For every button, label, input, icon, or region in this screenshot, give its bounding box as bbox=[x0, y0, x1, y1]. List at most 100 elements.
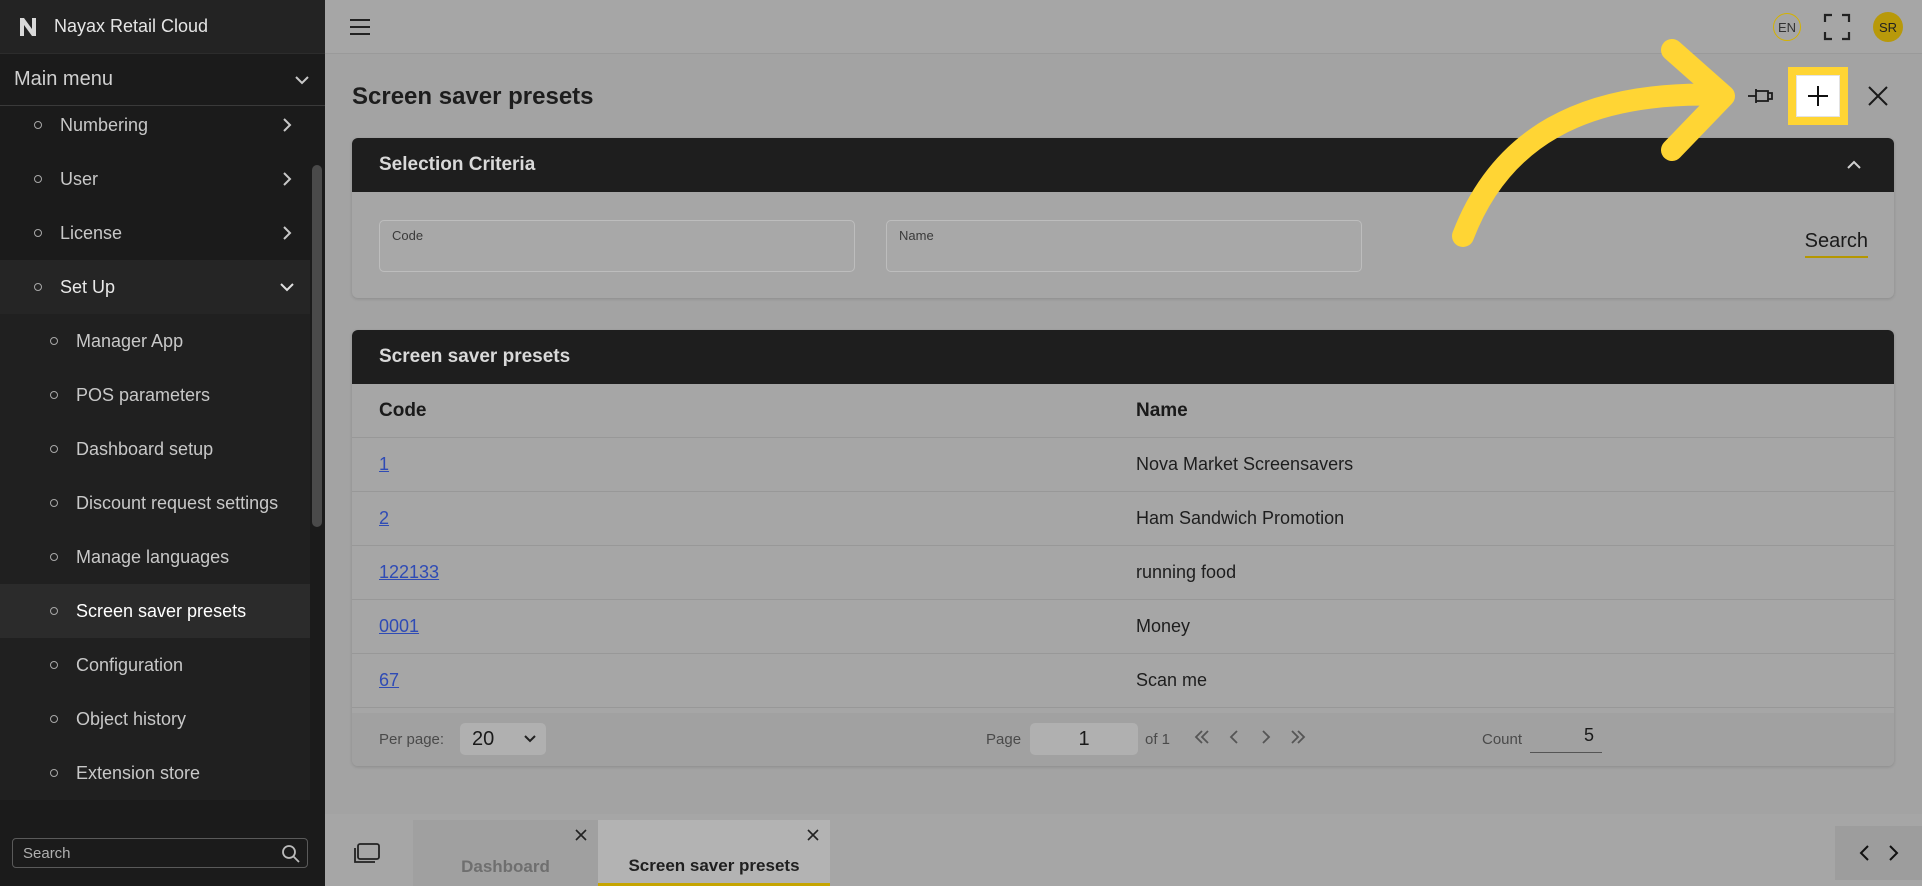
hamburger-menu-icon[interactable] bbox=[349, 17, 371, 37]
pin-icon[interactable] bbox=[1746, 84, 1774, 108]
bullet-icon bbox=[34, 121, 42, 129]
chevron-right-icon[interactable] bbox=[1885, 844, 1901, 862]
code-link[interactable]: 0001 bbox=[379, 616, 419, 637]
page-navigation bbox=[1192, 727, 1308, 747]
table-row[interactable]: 67 Scan me bbox=[352, 654, 1894, 708]
results-header: Screen saver presets bbox=[352, 330, 1894, 384]
sidebar-item-license[interactable]: License bbox=[0, 206, 310, 260]
bullet-icon bbox=[50, 391, 58, 399]
chevron-down-icon bbox=[280, 283, 294, 292]
add-button-highlight bbox=[1788, 67, 1848, 125]
bullet-icon bbox=[50, 607, 58, 615]
sidebar-item-configuration[interactable]: Configuration bbox=[0, 638, 310, 692]
windows-icon[interactable] bbox=[353, 842, 381, 864]
top-bar: EN SR bbox=[325, 0, 1922, 54]
sidebar-item-label: Extension store bbox=[76, 762, 201, 783]
language-selector[interactable]: EN bbox=[1773, 13, 1801, 41]
bullet-icon bbox=[50, 553, 58, 561]
selection-criteria-header[interactable]: Selection Criteria bbox=[352, 138, 1894, 192]
sidebar-item-screen-saver-presets[interactable]: Screen saver presets bbox=[0, 584, 310, 638]
count-label: Count bbox=[1482, 731, 1523, 748]
table-row[interactable]: 0001 Money bbox=[352, 600, 1894, 654]
selection-criteria-card: Selection Criteria Code Name Search bbox=[352, 138, 1894, 298]
main-menu-label: Main menu bbox=[14, 68, 113, 90]
search-button[interactable]: Search bbox=[1804, 230, 1868, 258]
table-row[interactable]: 1 Nova Market Screensavers bbox=[352, 438, 1894, 492]
next-page-icon[interactable] bbox=[1256, 727, 1276, 747]
bullet-icon bbox=[34, 229, 42, 237]
table-row[interactable]: 122133 running food bbox=[352, 546, 1894, 600]
sidebar-scrollbar[interactable] bbox=[312, 165, 322, 527]
code-link[interactable]: 1 bbox=[379, 454, 389, 475]
tab-dashboard[interactable]: Dashboard bbox=[413, 820, 598, 886]
column-header-code[interactable]: Code bbox=[379, 400, 427, 422]
chevron-down-icon bbox=[524, 735, 536, 743]
bullet-icon bbox=[50, 337, 58, 345]
chevron-down-icon bbox=[295, 75, 309, 84]
last-page-icon[interactable] bbox=[1288, 727, 1308, 747]
search-icon[interactable] bbox=[281, 844, 301, 864]
name-cell: Scan me bbox=[1136, 670, 1208, 690]
plus-icon bbox=[1808, 86, 1828, 106]
results-title: Screen saver presets bbox=[379, 346, 571, 367]
sidebar-item-label: User bbox=[60, 168, 99, 189]
tab-label: Dashboard bbox=[461, 857, 550, 876]
sidebar-item-numbering[interactable]: Numbering bbox=[0, 98, 310, 152]
code-input[interactable] bbox=[390, 247, 840, 269]
code-link[interactable]: 67 bbox=[379, 670, 399, 691]
tutorial-arrowhead-icon bbox=[1661, 39, 1735, 161]
name-field[interactable]: Name bbox=[886, 220, 1362, 272]
code-field[interactable]: Code bbox=[379, 220, 855, 272]
sidebar-item-manager-app[interactable]: Manager App bbox=[0, 314, 310, 368]
bullet-icon bbox=[50, 499, 58, 507]
chevron-left-icon[interactable] bbox=[1857, 844, 1873, 862]
tab-label: Screen saver presets bbox=[628, 855, 800, 875]
nayax-logo-icon bbox=[20, 17, 36, 36]
sidebar-item-user[interactable]: User bbox=[0, 152, 310, 206]
code-field-label: Code bbox=[392, 228, 424, 243]
add-button[interactable] bbox=[1796, 75, 1840, 117]
pagination-bar: Per page: 20 Page 1 of 1 Count 5 bbox=[352, 713, 1894, 766]
code-link[interactable]: 122133 bbox=[379, 562, 439, 583]
chevron-right-icon bbox=[283, 118, 292, 132]
page-of-label: of 1 bbox=[1145, 731, 1171, 748]
name-input[interactable] bbox=[897, 247, 1347, 269]
sidebar-search-input[interactable] bbox=[13, 839, 263, 867]
brand-name: Nayax Retail Cloud bbox=[54, 16, 209, 36]
close-icon[interactable] bbox=[574, 828, 588, 842]
fullscreen-icon[interactable] bbox=[1823, 13, 1851, 41]
first-page-icon[interactable] bbox=[1192, 727, 1212, 747]
sidebar-item-object-history[interactable]: Object history bbox=[0, 692, 310, 746]
sidebar-item-extension-store[interactable]: Extension store bbox=[0, 746, 310, 800]
per-page-value: 20 bbox=[472, 727, 495, 750]
sidebar-item-label: Screen saver presets bbox=[76, 600, 247, 621]
close-icon[interactable] bbox=[806, 828, 820, 842]
sidebar-item-label: Manager App bbox=[76, 330, 184, 351]
chevron-up-icon[interactable] bbox=[1844, 155, 1864, 175]
sidebar-item-label: License bbox=[60, 222, 123, 243]
table-row[interactable]: 2 Ham Sandwich Promotion bbox=[352, 492, 1894, 546]
sidebar-item-label: POS parameters bbox=[76, 384, 211, 405]
tab-screen-saver-presets[interactable]: Screen saver presets bbox=[598, 820, 830, 886]
user-avatar[interactable]: SR bbox=[1873, 12, 1903, 42]
per-page-select[interactable]: 20 bbox=[460, 723, 546, 755]
sidebar-item-discount-request-settings[interactable]: Discount request settings bbox=[0, 476, 310, 530]
sidebar-search-box bbox=[12, 838, 308, 868]
page-title: Screen saver presets bbox=[352, 83, 594, 110]
name-cell: Ham Sandwich Promotion bbox=[1136, 508, 1345, 528]
close-icon[interactable] bbox=[1866, 84, 1890, 108]
column-header-name[interactable]: Name bbox=[1136, 400, 1188, 422]
sidebar-item-setup[interactable]: Set Up bbox=[0, 260, 310, 314]
name-cell: Money bbox=[1136, 616, 1191, 636]
per-page-label: Per page: bbox=[379, 731, 445, 748]
code-link[interactable]: 2 bbox=[379, 508, 389, 529]
sidebar-item-label: Dashboard setup bbox=[76, 438, 214, 459]
previous-page-icon[interactable] bbox=[1224, 727, 1244, 747]
sidebar-item-pos-parameters[interactable]: POS parameters bbox=[0, 368, 310, 422]
sidebar-item-manage-languages[interactable]: Manage languages bbox=[0, 530, 310, 584]
page-number-input[interactable]: 1 bbox=[1030, 723, 1138, 755]
name-cell: running food bbox=[1136, 562, 1237, 582]
name-cell: Nova Market Screensavers bbox=[1136, 454, 1354, 474]
sidebar-item-dashboard-setup[interactable]: Dashboard setup bbox=[0, 422, 310, 476]
chevron-right-icon bbox=[283, 226, 292, 240]
